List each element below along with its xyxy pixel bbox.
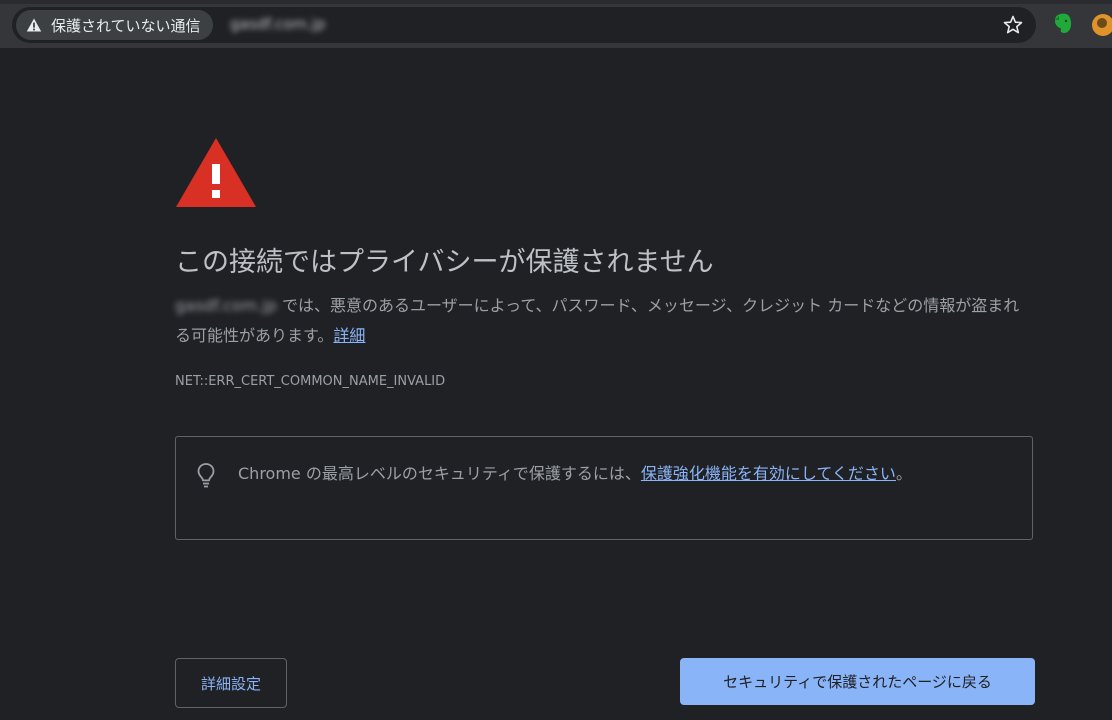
error-code: NET::ERR_CERT_COMMON_NAME_INVALID: [175, 374, 446, 389]
lightbulb-icon: [197, 463, 215, 488]
advanced-button[interactable]: 詳細設定: [175, 658, 287, 708]
tip-text: Chrome の最高レベルのセキュリティで保護するには、保護強化機能を有効にして…: [238, 459, 998, 489]
security-chip[interactable]: 保護されていない通信: [16, 10, 213, 40]
url-text[interactable]: gasdf.com.jp: [230, 15, 326, 33]
page-title: この接続ではプライバシーが保護されません: [175, 247, 714, 278]
blocked-host: gasdf.com.jp: [175, 296, 277, 315]
enable-enhanced-protection-link[interactable]: 保護強化機能を有効にしてください: [641, 464, 896, 483]
warning-icon: [176, 138, 256, 207]
security-chip-label: 保護されていない通信: [51, 16, 201, 35]
details-link[interactable]: 詳細: [333, 326, 365, 345]
explanation-paragraph: gasdf.com.jp では、悪意のあるユーザーによって、パスワード、メッセー…: [175, 291, 1035, 351]
interstitial-content: この接続ではプライバシーが保護されません gasdf.com.jp では、悪意の…: [175, 48, 1035, 720]
evernote-extension-icon[interactable]: [1052, 12, 1074, 36]
omnibox[interactable]: 保護されていない通信 gasdf.com.jp: [12, 7, 1036, 43]
profile-avatar[interactable]: [1092, 14, 1112, 36]
tip-text-prefix: Chrome の最高レベルのセキュリティで保護するには、: [238, 464, 641, 483]
explanation-text: では、悪意のあるユーザーによって、パスワード、メッセージ、クレジット カードなど…: [175, 296, 1020, 345]
back-to-safety-button[interactable]: セキュリティで保護されたページに戻る: [680, 658, 1035, 705]
enhanced-protection-tip: Chrome の最高レベルのセキュリティで保護するには、保護強化機能を有効にして…: [175, 436, 1033, 540]
tip-text-suffix: 。: [895, 464, 912, 483]
tab-strip: [0, 0, 1112, 4]
star-icon[interactable]: [1000, 12, 1026, 38]
browser-toolbar: 保護されていない通信 gasdf.com.jp: [0, 0, 1112, 48]
warning-icon: [26, 18, 42, 32]
